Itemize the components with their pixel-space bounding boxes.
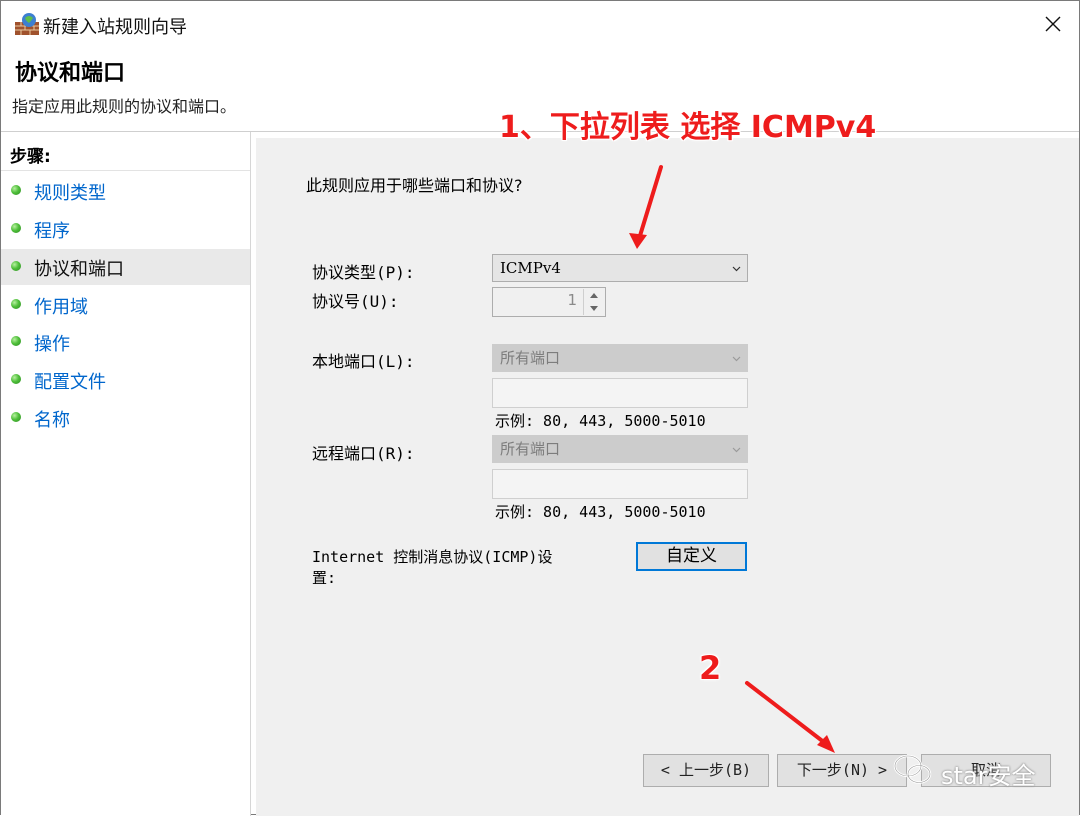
- step-label: 作用域: [34, 297, 88, 318]
- step-label: 操作: [34, 334, 70, 355]
- remote-port-dropdown[interactable]: 所有端口: [492, 435, 748, 463]
- annotation-step1: 1、下拉列表 选择 ICMPv4: [499, 110, 877, 145]
- protocol-number-stepper[interactable]: 1: [492, 287, 606, 317]
- step-label: 规则类型: [34, 183, 106, 204]
- watermark-text: star安全: [941, 762, 1036, 790]
- local-port-input[interactable]: [492, 378, 748, 408]
- step-label: 配置文件: [34, 372, 106, 393]
- wechat-icon: [893, 754, 932, 784]
- step-action[interactable]: 操作: [1, 324, 250, 360]
- step-status-icon: [11, 412, 21, 422]
- step-status-icon: [11, 223, 21, 233]
- close-button[interactable]: [1027, 1, 1079, 47]
- step-status-icon: [11, 299, 21, 309]
- close-icon: [1045, 16, 1061, 32]
- step-label: 程序: [34, 221, 70, 242]
- local-port-label: 本地端口(L):: [312, 352, 415, 371]
- remote-port-label: 远程端口(R):: [312, 444, 415, 463]
- step-status-icon: [11, 336, 21, 346]
- page-title: 协议和端口: [15, 61, 126, 86]
- content-panel: 此规则应用于哪些端口和协议? 协议类型(P): ICMPv4 协议号(U): 1…: [256, 138, 1079, 816]
- steps-divider: [1, 170, 250, 171]
- icmp-settings-label: Internet 控制消息协议(ICMP)设 置:: [312, 546, 552, 588]
- stepper-up-icon[interactable]: [584, 289, 604, 302]
- chevron-down-icon: [732, 447, 741, 453]
- step-scope[interactable]: 作用域: [1, 287, 250, 323]
- step-name[interactable]: 名称: [1, 400, 250, 436]
- chevron-down-icon: [732, 266, 741, 272]
- step-profile[interactable]: 配置文件: [1, 362, 250, 398]
- step-status-icon: [11, 261, 21, 271]
- remote-port-value: 所有端口: [500, 440, 561, 458]
- step-status-icon: [11, 374, 21, 384]
- local-port-dropdown[interactable]: 所有端口: [492, 344, 748, 372]
- title-bar: 新建入站规则向导: [1, 1, 1079, 47]
- step-label: 名称: [34, 410, 70, 431]
- remote-port-input[interactable]: [492, 469, 748, 499]
- back-button[interactable]: < 上一步(B): [643, 754, 769, 787]
- firewall-icon: [15, 13, 39, 35]
- annotation-step2: 2: [699, 649, 722, 687]
- stepper-buttons[interactable]: [583, 289, 604, 315]
- local-port-hint: 示例: 80, 443, 5000-5010: [495, 412, 706, 430]
- watermark: star安全: [891, 739, 1061, 799]
- protocol-type-dropdown[interactable]: ICMPv4: [492, 254, 748, 282]
- protocol-type-value: ICMPv4: [500, 259, 561, 277]
- steps-heading: 步骤:: [10, 147, 51, 167]
- step-program[interactable]: 程序: [1, 211, 250, 247]
- remote-port-hint: 示例: 80, 443, 5000-5010: [495, 503, 706, 521]
- chevron-down-icon: [732, 356, 741, 362]
- stepper-down-icon[interactable]: [584, 302, 604, 315]
- protocol-number-value: 1: [567, 291, 577, 309]
- local-port-value: 所有端口: [500, 349, 561, 367]
- step-protocol-and-ports[interactable]: 协议和端口: [1, 249, 250, 285]
- icmp-settings-label-line2: 置:: [312, 569, 337, 587]
- next-button[interactable]: 下一步(N) >: [777, 754, 907, 787]
- customize-button[interactable]: 自定义: [636, 542, 747, 571]
- page-description: 指定应用此规则的协议和端口。: [12, 97, 237, 116]
- step-rule-type[interactable]: 规则类型: [1, 173, 250, 209]
- question-text: 此规则应用于哪些端口和协议?: [306, 176, 523, 195]
- icmp-settings-label-line1: Internet 控制消息协议(ICMP)设: [312, 548, 553, 566]
- window-title: 新建入站规则向导: [43, 17, 187, 38]
- protocol-number-label: 协议号(U):: [312, 292, 399, 311]
- steps-sidebar: 步骤: 规则类型 程序 协议和端口 作用域 操作 配置文件 名称: [1, 132, 251, 816]
- protocol-type-label: 协议类型(P):: [312, 263, 415, 282]
- step-label: 协议和端口: [34, 259, 124, 280]
- step-status-icon: [11, 185, 21, 195]
- wizard-window: 新建入站规则向导 协议和端口 指定应用此规则的协议和端口。 步骤: 规则类型 程…: [0, 0, 1080, 816]
